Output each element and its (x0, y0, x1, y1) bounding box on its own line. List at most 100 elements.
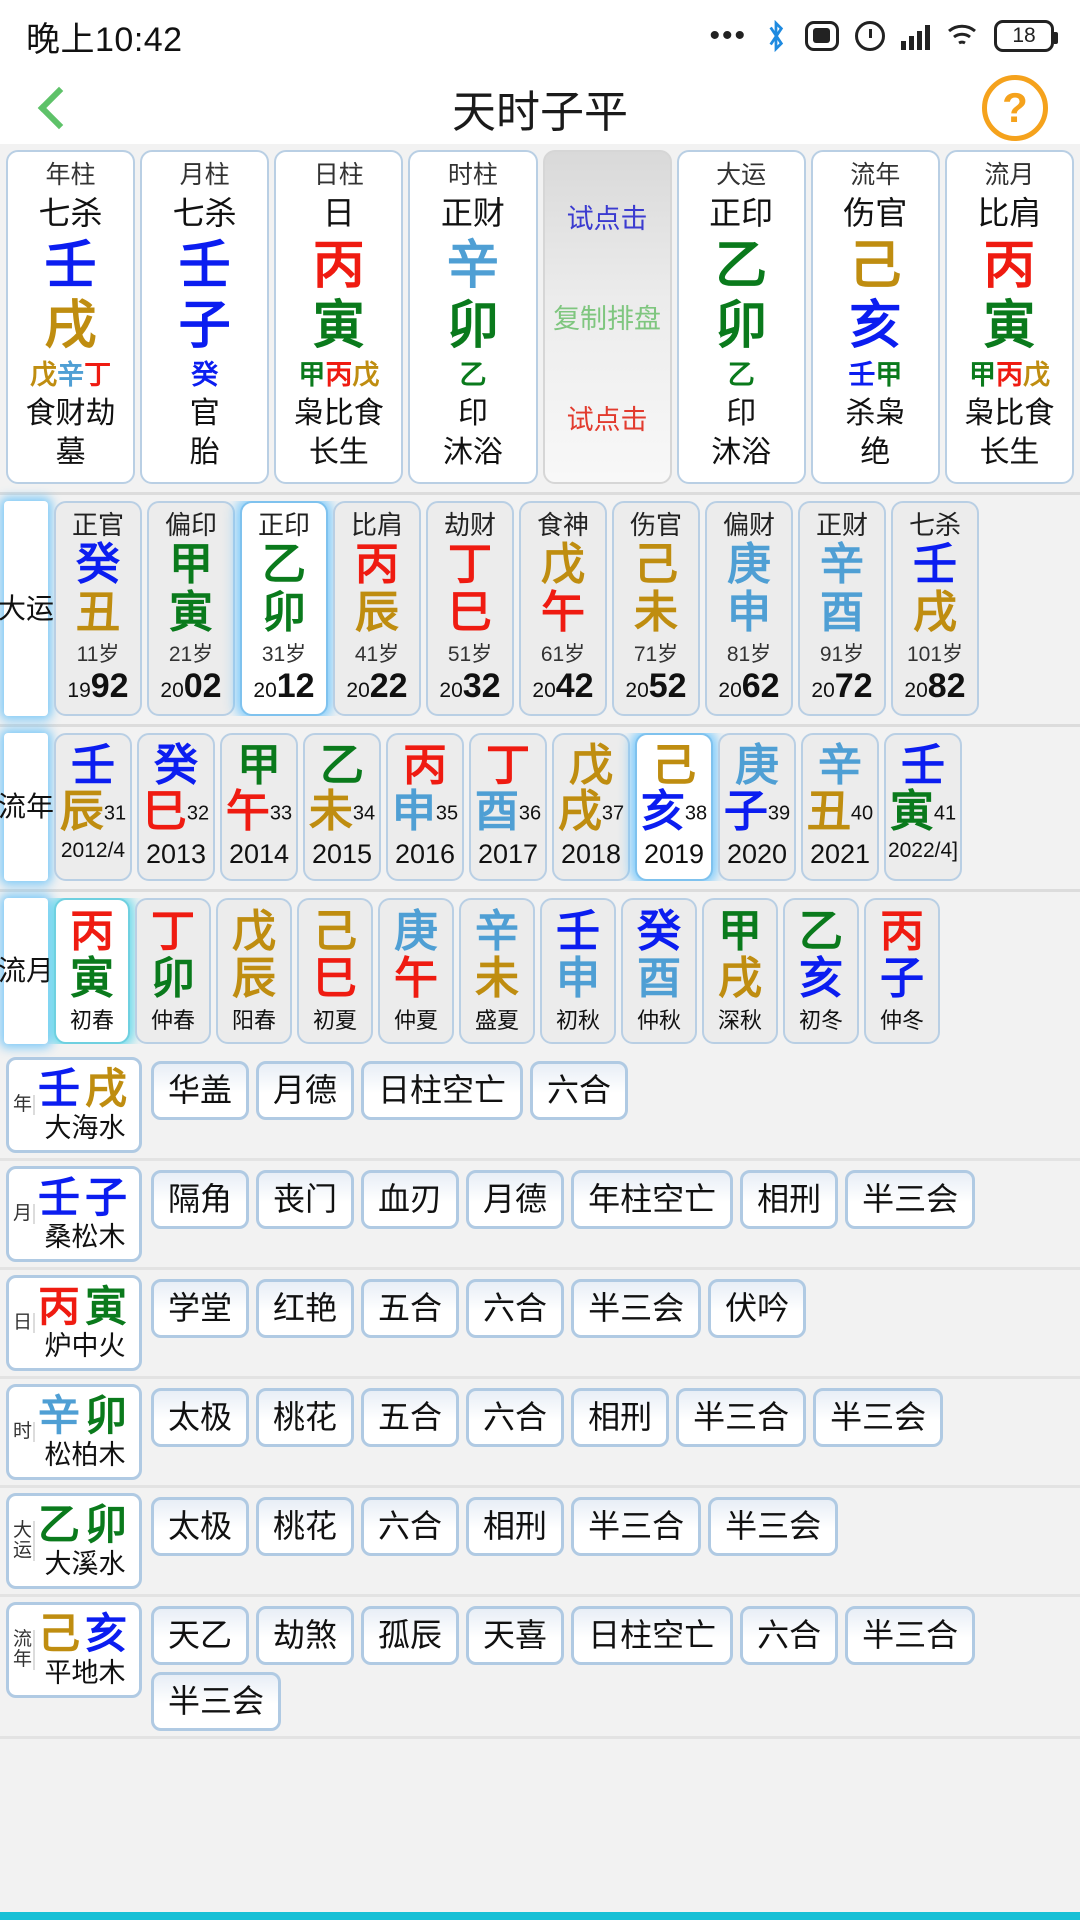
liunian-cell-8[interactable]: 庚子39 2020 (718, 733, 796, 881)
shensha-tag[interactable]: 日柱空亡 (571, 1605, 734, 1665)
liuyue-cell-1[interactable]: 丁卯仲春 (135, 897, 211, 1044)
copy-chart-button[interactable]: 试点击 复制排盘 试点击 (542, 150, 672, 484)
liuyue-cell-7[interactable]: 癸酉仲秋 (621, 897, 697, 1044)
liuyue-cell-4[interactable]: 庚午仲夏 (378, 897, 454, 1044)
help-icon[interactable]: ? (982, 75, 1048, 141)
liuyue-cell-0[interactable]: 丙寅初春 (54, 897, 130, 1044)
shensha-tag[interactable]: 半三合 (845, 1605, 976, 1665)
dayun-cell-9[interactable]: 七杀壬戌 101岁 2082 (891, 500, 979, 717)
shensha-tag[interactable]: 劫煞 (256, 1605, 355, 1665)
liunian-cell-10[interactable]: 壬寅41 2022/4] (884, 733, 962, 881)
shensha-tag[interactable]: 桃花 (256, 1387, 355, 1447)
shensha-tag[interactable]: 月德 (256, 1060, 355, 1120)
pillar-card-left-2[interactable]: 日柱日丙寅甲丙戊 枭比食 长生 (274, 150, 404, 484)
liuyue-cell-2[interactable]: 戊辰阳春 (216, 897, 292, 1044)
shensha-tag[interactable]: 半三会 (708, 1496, 839, 1556)
dayun-cell-0[interactable]: 正官癸丑 11岁 1992 (54, 500, 142, 717)
shensha-tag[interactable]: 六合 (530, 1060, 629, 1120)
shensha-tag[interactable]: 隔角 (151, 1169, 250, 1229)
liunian-branch-line: 亥38 (637, 789, 711, 835)
shensha-pillar-4[interactable]: 大运乙卯 大溪水 (6, 1492, 142, 1589)
liunian-cell-7[interactable]: 己亥38 2019 (635, 733, 713, 881)
dayun-cell-1[interactable]: 偏印甲寅 21岁 2002 (147, 500, 235, 717)
dayun-scroll[interactable]: 正官癸丑 11岁 1992 偏印甲寅 21岁 2002 正印乙卯 31岁 2012 比肩丙辰 41岁… (48, 500, 1080, 717)
shensha-tag[interactable]: 太极 (151, 1387, 250, 1447)
shensha-tag[interactable]: 红艳 (256, 1278, 355, 1338)
pillar-card-left-0[interactable]: 年柱 七杀壬戌戊辛丁 食财劫墓 (6, 150, 136, 484)
shensha-tag[interactable]: 六合 (466, 1278, 565, 1338)
page-title: 天时子平 (452, 87, 628, 138)
shensha-tag[interactable]: 日柱空亡 (361, 1060, 524, 1120)
pillar-branch: 子 (178, 295, 231, 356)
pillar-card-right-0[interactable]: 大运 正印乙卯乙印沐浴 (676, 150, 806, 484)
liunian-cell-6[interactable]: 戊戌37 2018 (552, 733, 630, 881)
shensha-tag[interactable]: 半三会 (813, 1387, 944, 1447)
shensha-tag[interactable]: 半三会 (571, 1278, 702, 1338)
shensha-tag[interactable]: 太极 (151, 1496, 250, 1556)
shensha-tag[interactable]: 华盖 (151, 1060, 250, 1120)
liuyue-scroll[interactable]: 丙寅初春丁卯仲春戊辰阳春己巳初夏庚午仲夏辛未盛夏壬申初秋癸酉仲秋甲戌深秋乙亥初冬… (48, 897, 1080, 1044)
liuyue-cell-8[interactable]: 甲戌深秋 (702, 897, 778, 1044)
liunian-cell-3[interactable]: 乙未34 2015 (303, 733, 381, 881)
shensha-pillar-5[interactable]: 流年己亥 平地木 (6, 1601, 142, 1698)
shensha-tag[interactable]: 相刑 (740, 1169, 839, 1229)
dayun-cell-3[interactable]: 比肩丙辰 41岁 2022 (333, 500, 421, 717)
shensha-tag[interactable]: 半三合 (676, 1387, 807, 1447)
shensha-tag[interactable]: 学堂 (151, 1278, 250, 1338)
pillar-card-right-1[interactable]: 流年 伤官己亥壬甲 杀枭绝 (810, 150, 940, 484)
dayun-cell-8[interactable]: 正财辛酉 91岁 2072 (798, 500, 886, 717)
pillar-hidden-stems: 乙 (412, 358, 533, 393)
shensha-tag[interactable]: 天喜 (466, 1605, 565, 1665)
liunian-age: 33 (269, 802, 293, 825)
liunian-cell-5[interactable]: 丁酉36 2017 (469, 733, 547, 881)
hidden-stem: 丙 (995, 360, 1023, 391)
liunian-cell-4[interactable]: 丙申35 2016 (386, 733, 464, 881)
dayun-stem: 己 (634, 539, 678, 591)
dayun-cell-2[interactable]: 正印乙卯 31岁 2012 (240, 500, 328, 717)
shensha-tag[interactable]: 五合 (361, 1387, 460, 1447)
pillar-card-right-2[interactable]: 流月 比肩丙寅甲丙戊 枭比食 长生 (944, 150, 1074, 484)
pillar-hidden-stems: 壬甲 (815, 358, 936, 393)
dayun-cell-5[interactable]: 食神戊午 61岁 2042 (519, 500, 607, 717)
shensha-tag[interactable]: 六合 (361, 1496, 460, 1556)
bottom-scroll-indicator (0, 1912, 1080, 1920)
liunian-cell-0[interactable]: 壬辰31 2012/4 (54, 733, 132, 881)
shensha-tag[interactable]: 半三会 (151, 1671, 282, 1731)
shensha-tag[interactable]: 年柱空亡 (571, 1169, 734, 1229)
shensha-tag[interactable]: 六合 (740, 1605, 839, 1665)
shensha-pillar-main: 壬子 桑松木 (35, 1174, 135, 1254)
liunian-cell-2[interactable]: 甲午33 2014 (220, 733, 298, 881)
shensha-tag[interactable]: 血刃 (361, 1169, 460, 1229)
shensha-tag[interactable]: 月德 (466, 1169, 565, 1229)
pillar-card-left-3[interactable]: 时柱 正财辛卯乙印沐浴 (408, 150, 538, 484)
shensha-pillar-2[interactable]: 日丙寅 炉中火 (6, 1274, 142, 1371)
shensha-tag[interactable]: 五合 (361, 1278, 460, 1338)
shensha-tag[interactable]: 天乙 (151, 1605, 250, 1665)
liuyue-cell-6[interactable]: 壬申初秋 (540, 897, 616, 1044)
dayun-cell-7[interactable]: 偏财庚申 81岁 2062 (705, 500, 793, 717)
liuyue-cell-10[interactable]: 丙子仲冬 (864, 897, 940, 1044)
shensha-tag[interactable]: 半三合 (571, 1496, 702, 1556)
shensha-tag[interactable]: 孤辰 (361, 1605, 460, 1665)
shensha-pillar-0[interactable]: 年壬戌 大海水 (6, 1056, 142, 1153)
liunian-scroll[interactable]: 壬辰31 2012/4 癸巳32 2013 甲午33 2014 乙未34 2015 丙申35 20… (48, 733, 1080, 881)
liunian-cell-1[interactable]: 癸巳32 2013 (137, 733, 215, 881)
shensha-tag[interactable]: 六合 (466, 1387, 565, 1447)
liuyue-cell-9[interactable]: 乙亥初冬 (783, 897, 859, 1044)
shensha-tag[interactable]: 丧门 (256, 1169, 355, 1229)
shensha-pillar-3[interactable]: 时辛卯 松柏木 (6, 1383, 142, 1480)
liuyue-season: 初秋 (555, 1007, 600, 1033)
pillar-card-left-1[interactable]: 月柱 七杀壬子癸官胎 (140, 150, 270, 484)
liuyue-cell-5[interactable]: 辛未盛夏 (459, 897, 535, 1044)
dayun-cell-4[interactable]: 劫财丁巳 51岁 2032 (426, 500, 514, 717)
shensha-pillar-1[interactable]: 月壬子 桑松木 (6, 1165, 142, 1262)
shensha-tag[interactable]: 相刑 (571, 1387, 670, 1447)
shensha-tag[interactable]: 伏吟 (708, 1278, 807, 1338)
dayun-cell-6[interactable]: 伤官己未 71岁 2052 (612, 500, 700, 717)
battery-icon: 18 (994, 20, 1058, 52)
shensha-tag[interactable]: 半三会 (845, 1169, 976, 1229)
liunian-cell-9[interactable]: 辛丑40 2021 (801, 733, 879, 881)
shensha-tag[interactable]: 相刑 (466, 1496, 565, 1556)
liuyue-cell-3[interactable]: 己巳初夏 (297, 897, 373, 1044)
shensha-tag[interactable]: 桃花 (256, 1496, 355, 1556)
